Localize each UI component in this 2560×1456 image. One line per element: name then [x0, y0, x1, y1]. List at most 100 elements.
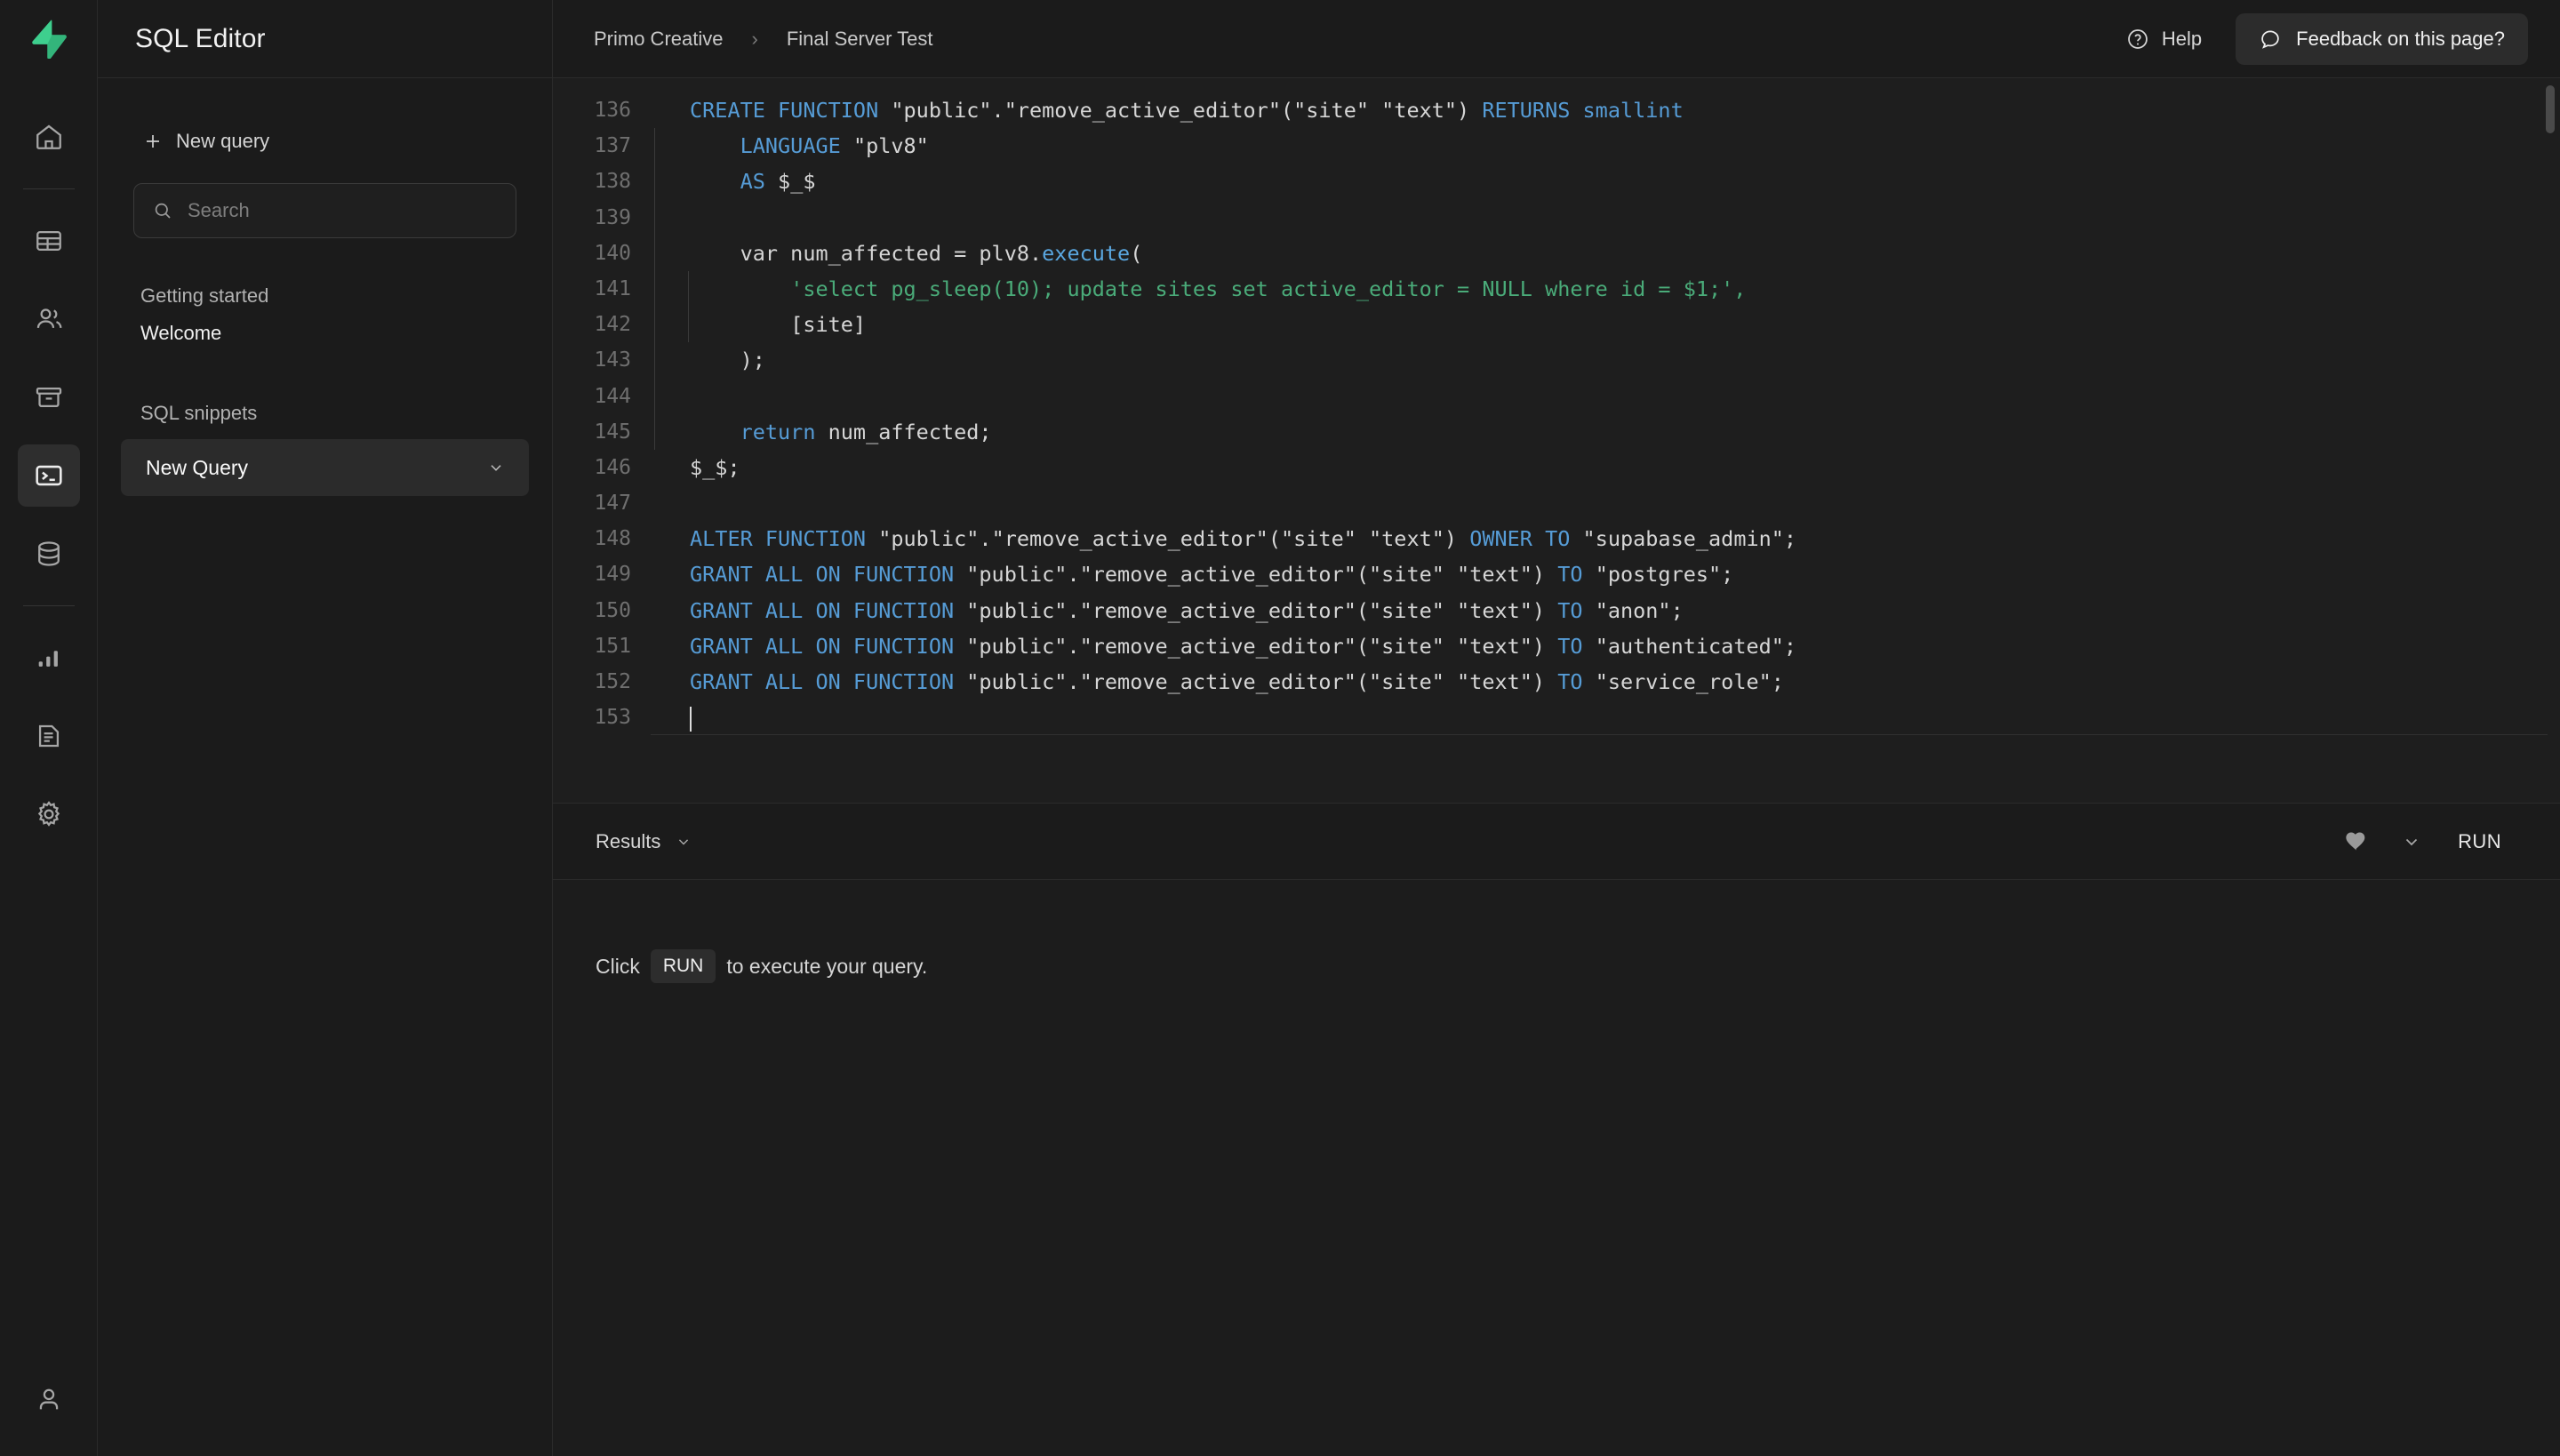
help-button[interactable]: Help: [2114, 19, 2214, 60]
code-text[interactable]: GRANT ALL ON FUNCTION "public"."remove_a…: [651, 593, 1684, 628]
code-line[interactable]: 150GRANT ALL ON FUNCTION "public"."remov…: [553, 593, 2560, 628]
code-lines[interactable]: 136CREATE FUNCTION "public"."remove_acti…: [553, 78, 2560, 735]
code-token: "public"."remove_active_editor"("site" "…: [966, 634, 1557, 659]
code-token: $_$;: [690, 455, 740, 480]
line-number: 136: [553, 92, 651, 128]
code-text[interactable]: ALTER FUNCTION "public"."remove_active_e…: [651, 521, 1796, 556]
code-token: TO: [1557, 598, 1595, 623]
line-number: 145: [553, 414, 651, 450]
plus-icon: [142, 131, 164, 152]
code-text[interactable]: return num_affected;: [651, 414, 992, 450]
code-text[interactable]: [651, 379, 740, 414]
indent-guide: [654, 342, 655, 378]
sidebar-item-new-query[interactable]: New Query: [121, 439, 529, 496]
code-line[interactable]: 136CREATE FUNCTION "public"."remove_acti…: [553, 92, 2560, 128]
code-line[interactable]: 140 var num_affected = plv8.execute(: [553, 236, 2560, 271]
chat-bubble-icon: [2259, 28, 2282, 51]
breadcrumb-project[interactable]: Final Server Test: [787, 28, 933, 51]
code-text[interactable]: GRANT ALL ON FUNCTION "public"."remove_a…: [651, 556, 1733, 592]
run-options-button[interactable]: [2385, 822, 2438, 861]
sql-editor-app: SQL Editor New query: [0, 0, 2560, 1456]
code-text[interactable]: var num_affected = plv8.execute(: [651, 236, 1142, 271]
supabase-logo[interactable]: [0, 0, 98, 78]
code-line[interactable]: 148ALTER FUNCTION "public"."remove_activ…: [553, 521, 2560, 556]
code-line[interactable]: 151GRANT ALL ON FUNCTION "public"."remov…: [553, 628, 2560, 664]
code-line[interactable]: 141 'select pg_sleep(10); update sites s…: [553, 271, 2560, 307]
code-token: smallint: [1583, 98, 1684, 123]
code-line[interactable]: 137 LANGUAGE "plv8": [553, 128, 2560, 164]
code-token: "anon";: [1596, 598, 1684, 623]
code-text[interactable]: CREATE FUNCTION "public"."remove_active_…: [651, 92, 1684, 128]
rail-item-sql-editor[interactable]: [18, 444, 80, 507]
code-line[interactable]: 146 $_$;: [553, 450, 2560, 485]
run-button[interactable]: RUN: [2438, 821, 2524, 862]
code-line[interactable]: 145 return num_affected;: [553, 414, 2560, 450]
editor-vertical-scrollbar[interactable]: [2546, 85, 2555, 133]
results-tab[interactable]: Results: [596, 830, 692, 853]
search-box[interactable]: [133, 183, 516, 238]
code-token: [site]: [790, 312, 866, 337]
breadcrumb-organization[interactable]: Primo Creative: [594, 28, 723, 51]
line-number: 137: [553, 128, 651, 164]
rail-item-database[interactable]: [18, 523, 80, 585]
primary-nav-rail: [0, 0, 98, 1456]
help-label: Help: [2162, 28, 2202, 51]
rail-item-table-editor[interactable]: [18, 210, 80, 272]
rail-item-account[interactable]: [18, 1386, 80, 1448]
code-line[interactable]: 152GRANT ALL ON FUNCTION "public"."remov…: [553, 664, 2560, 700]
code-token: TO: [1557, 634, 1595, 659]
code-token: "public"."remove_active_editor"("site" "…: [966, 562, 1557, 587]
code-token: AS: [740, 169, 778, 194]
sql-code-editor[interactable]: 136CREATE FUNCTION "public"."remove_acti…: [553, 78, 2560, 804]
code-token: return: [740, 420, 828, 444]
archive-icon: [34, 382, 64, 412]
code-line[interactable]: 147: [553, 485, 2560, 521]
code-text[interactable]: $_$;: [651, 450, 740, 485]
sidebar-item-welcome[interactable]: Welcome: [133, 311, 516, 356]
code-text[interactable]: [651, 200, 740, 236]
code-token: "public"."remove_active_editor"("site" "…: [878, 526, 1469, 551]
line-number: 153: [553, 700, 651, 735]
code-text[interactable]: [site]: [651, 307, 866, 342]
line-number: 149: [553, 556, 651, 592]
code-line[interactable]: 139: [553, 200, 2560, 236]
indent-guide: [688, 307, 689, 342]
feedback-button[interactable]: Feedback on this page?: [2236, 13, 2528, 65]
code-text[interactable]: LANGUAGE "plv8": [651, 128, 929, 164]
code-token: ALTER FUNCTION: [690, 526, 878, 551]
code-token: $_$: [778, 169, 815, 194]
line-number: 146: [553, 450, 651, 485]
section-heading-getting-started: Getting started: [133, 284, 516, 308]
rail-divider-top: [23, 188, 75, 189]
rail-item-home[interactable]: [18, 106, 80, 168]
rail-item-logs[interactable]: [18, 705, 80, 767]
new-query-button[interactable]: New query: [133, 121, 516, 162]
code-text[interactable]: GRANT ALL ON FUNCTION "public"."remove_a…: [651, 664, 1784, 700]
code-text[interactable]: AS $_$: [651, 164, 816, 199]
rail-item-reports[interactable]: [18, 627, 80, 689]
rail-item-settings[interactable]: [18, 783, 80, 845]
code-line[interactable]: 149GRANT ALL ON FUNCTION "public"."remov…: [553, 556, 2560, 592]
supabase-logo-icon: [30, 20, 68, 59]
code-text[interactable]: 'select pg_sleep(10); update sites set a…: [651, 271, 1746, 307]
rail-item-authentication[interactable]: [18, 288, 80, 350]
code-token: "authenticated";: [1596, 634, 1796, 659]
chevron-down-icon[interactable]: [486, 458, 506, 477]
code-line[interactable]: 153: [553, 700, 2560, 735]
code-line[interactable]: 142 [site]: [553, 307, 2560, 342]
code-text[interactable]: );: [651, 342, 765, 378]
code-token: "postgres";: [1596, 562, 1734, 587]
results-tab-label: Results: [596, 830, 660, 853]
chevron-down-icon[interactable]: [675, 833, 692, 851]
code-text[interactable]: [651, 700, 692, 735]
rail-item-storage[interactable]: [18, 366, 80, 428]
code-line[interactable]: 143 );: [553, 342, 2560, 378]
code-line[interactable]: 138 AS $_$: [553, 164, 2560, 199]
chevron-down-icon: [2401, 831, 2422, 852]
favorite-query-button[interactable]: [2328, 820, 2385, 863]
code-text[interactable]: GRANT ALL ON FUNCTION "public"."remove_a…: [651, 628, 1796, 664]
code-token: CREATE FUNCTION: [690, 98, 891, 123]
code-line[interactable]: 144: [553, 379, 2560, 414]
search-input[interactable]: [188, 199, 498, 222]
code-token: LANGUAGE: [740, 133, 853, 158]
